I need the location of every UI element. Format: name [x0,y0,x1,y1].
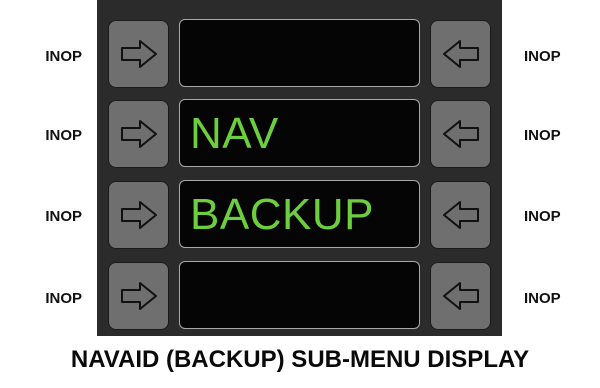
figure-caption: NAVAID (BACKUP) SUB-MENU DISPLAY [70,346,530,373]
arrow-left-icon [442,282,479,310]
arrow-right-icon [120,282,157,310]
right-line-select-key-4[interactable] [430,262,491,330]
right-label-1: INOP [524,48,561,65]
left-line-select-key-2[interactable] [108,100,169,168]
left-label-2: INOP [45,127,82,144]
left-line-select-key-4[interactable] [108,262,169,330]
arrow-right-icon [120,40,157,68]
right-line-select-key-3[interactable] [430,181,491,249]
display-line-4 [179,261,420,329]
display-line-1 [179,19,420,87]
right-label-2: INOP [524,127,561,144]
display-line-2: NAV [179,99,420,167]
right-label-4: INOP [524,290,561,307]
arrow-left-icon [442,40,479,68]
arrow-left-icon [442,120,479,148]
display-line-3-text: BACKUP [190,190,374,239]
left-label-4: INOP [45,290,82,307]
arrow-right-icon [120,201,157,229]
display-line-3: BACKUP [179,180,420,248]
right-line-select-key-1[interactable] [430,20,491,88]
display-line-2-text: NAV [190,109,279,158]
left-line-select-key-1[interactable] [108,20,169,88]
left-line-select-key-3[interactable] [108,181,169,249]
right-line-select-key-2[interactable] [430,100,491,168]
arrow-right-icon [120,120,157,148]
left-label-3: INOP [45,208,82,225]
left-label-1: INOP [45,48,82,65]
arrow-left-icon [442,201,479,229]
right-label-3: INOP [524,208,561,225]
